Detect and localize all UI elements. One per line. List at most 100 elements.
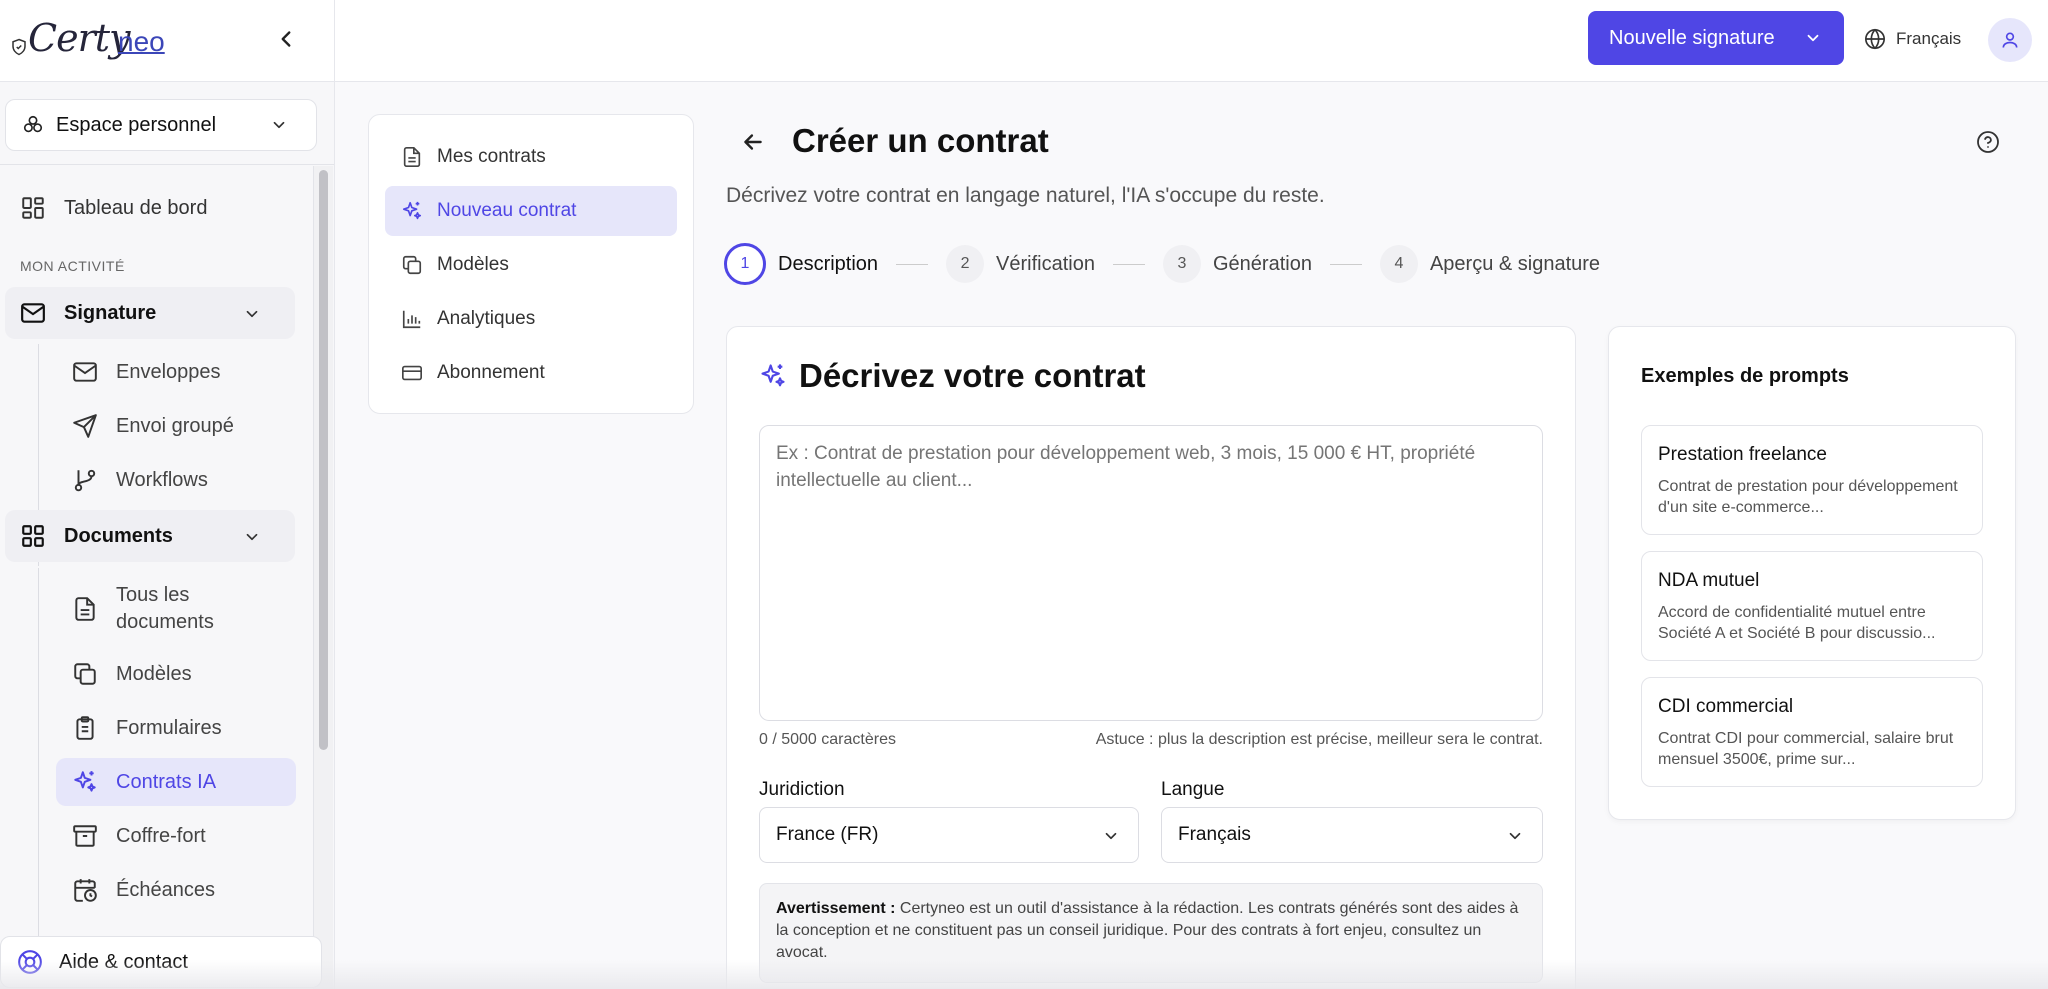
copy-icon xyxy=(72,661,98,687)
contracts-menu: Mes contrats Nouveau contrat Modèles Ana… xyxy=(368,114,694,414)
logo-text: Certy xyxy=(28,16,130,60)
grid-icon xyxy=(20,523,46,549)
step-number: 4 xyxy=(1379,245,1418,283)
chevron-left-icon[interactable] xyxy=(273,26,299,52)
chevron-down-icon xyxy=(243,305,261,323)
example-prompt-card[interactable]: NDA mutuel Accord de confidentialité mut… xyxy=(1641,551,1983,661)
file-text-icon xyxy=(401,146,423,168)
chevron-down-icon xyxy=(1102,827,1120,845)
step-generation[interactable]: 3 Génération xyxy=(1162,245,1312,283)
stepper: 1 Description 2 Vérification 3 Génératio… xyxy=(724,243,1600,285)
menu-item-label: Mes contrats xyxy=(437,146,546,167)
jurisdiction-select[interactable]: France (FR) xyxy=(759,807,1139,863)
menu-item-mes-contrats[interactable]: Mes contrats xyxy=(385,132,677,182)
contract-description-input[interactable] xyxy=(759,425,1543,721)
lifebuoy-icon xyxy=(17,949,43,975)
sidebar-item-envoi-groupe[interactable]: Envoi groupé xyxy=(56,406,296,446)
workspace-selector[interactable]: Espace personnel xyxy=(5,99,317,151)
scrollbar-thumb[interactable] xyxy=(319,170,328,750)
menu-item-modeles[interactable]: Modèles xyxy=(385,240,677,290)
sidebar-item-label: Contrats IA xyxy=(116,770,217,793)
sidebar-item-contrats-ia[interactable]: Contrats IA xyxy=(56,758,296,806)
menu-item-nouveau-contrat[interactable]: Nouveau contrat xyxy=(385,186,677,236)
help-circle-icon[interactable] xyxy=(1976,130,2000,154)
step-verification[interactable]: 2 Vérification xyxy=(946,245,1095,283)
step-apercu-signature[interactable]: 4 Aperçu & signature xyxy=(1379,245,1600,283)
step-label: Génération xyxy=(1212,252,1312,275)
sidebar-item-label: Tous les documents xyxy=(116,584,214,633)
example-title: Prestation freelance xyxy=(1658,444,1827,465)
jurisdiction-value: France (FR) xyxy=(776,824,879,845)
workspace-label: Espace personnel xyxy=(56,113,217,136)
group-label: Signature xyxy=(64,301,157,324)
chevron-down-icon xyxy=(243,528,261,546)
sidebar-divider xyxy=(334,0,335,989)
menu-item-abonnement[interactable]: Abonnement xyxy=(385,348,677,398)
sidebar-item-modeles[interactable]: Modèles xyxy=(56,654,296,694)
warning-title: Avertissement : xyxy=(776,900,896,917)
sidebar-item-label: Tableau de bord xyxy=(64,196,208,219)
sidebar-item-workflows[interactable]: Workflows xyxy=(56,460,296,500)
chevron-down-icon xyxy=(270,116,288,134)
menu-item-analytiques[interactable]: Analytiques xyxy=(385,294,677,344)
character-count: 0 / 5000 caractères xyxy=(759,731,896,748)
tip-text: Astuce : plus la description est précise… xyxy=(1095,731,1543,748)
sidebar-scrollbar[interactable] xyxy=(313,166,333,989)
sidebar-item-enveloppes[interactable]: Enveloppes xyxy=(56,352,296,392)
language-select[interactable]: Français xyxy=(1161,807,1543,863)
language-label: Français xyxy=(1896,29,1962,48)
sidebar-item-label: Échéances xyxy=(116,878,215,901)
sidebar-group-documents[interactable]: Documents xyxy=(5,510,295,562)
sidebar-item-dashboard[interactable]: Tableau de bord xyxy=(20,192,207,224)
new-signature-button[interactable]: Nouvelle signature xyxy=(1588,11,1844,65)
example-description: Contrat de prestation pour développement… xyxy=(1658,478,1958,516)
chevron-down-icon xyxy=(1506,827,1524,845)
page-title: Créer un contrat xyxy=(792,122,1049,159)
step-label: Vérification xyxy=(996,252,1095,275)
sidebar: Espace personnel Tableau de bord MON ACT… xyxy=(0,82,334,989)
menu-item-label: Nouveau contrat xyxy=(437,200,577,221)
sparkles-icon xyxy=(401,200,423,222)
help-contact-button[interactable]: Aide & contact xyxy=(0,936,322,988)
language-value: Français xyxy=(1178,824,1251,845)
sidebar-item-tous-les-documents[interactable]: Tous les documents xyxy=(56,578,296,640)
sidebar-group-signature[interactable]: Signature xyxy=(5,287,295,339)
mail-icon xyxy=(20,300,46,326)
step-description[interactable]: 1 Description xyxy=(724,243,878,285)
step-connector xyxy=(1112,263,1145,265)
sidebar-item-coffre-fort[interactable]: Coffre-fort xyxy=(56,816,296,856)
sidebar-item-formulaires[interactable]: Formulaires xyxy=(56,708,296,748)
archive-icon xyxy=(72,823,98,849)
send-icon xyxy=(72,413,98,439)
file-text-icon xyxy=(72,596,98,622)
git-branch-icon xyxy=(72,467,98,493)
globe-icon xyxy=(1864,28,1886,50)
step-connector xyxy=(1329,263,1362,265)
language-field-label: Langue xyxy=(1161,779,1225,800)
dashboard-icon xyxy=(20,195,46,221)
example-prompt-card[interactable]: Prestation freelance Contrat de prestati… xyxy=(1641,425,1983,535)
certyneo-logo[interactable]: Certy neo xyxy=(10,12,170,64)
example-title: CDI commercial xyxy=(1658,696,1794,717)
user-icon xyxy=(2000,30,2020,50)
chevron-down-icon xyxy=(1804,29,1822,47)
arrow-left-icon[interactable] xyxy=(740,129,766,155)
step-number: 1 xyxy=(724,243,766,285)
example-prompt-card[interactable]: CDI commercial Contrat CDI pour commerci… xyxy=(1641,677,1983,787)
user-avatar[interactable] xyxy=(1988,18,2032,62)
copy-icon xyxy=(401,254,423,276)
page-subtitle: Décrivez votre contrat en langage nature… xyxy=(726,184,1325,207)
example-title: NDA mutuel xyxy=(1658,570,1760,591)
sidebar-item-label: Coffre-fort xyxy=(116,824,206,847)
example-description: Contrat CDI pour commercial, salaire bru… xyxy=(1658,730,1954,768)
sparkles-icon xyxy=(72,769,98,795)
card-title-text: Décrivez votre contrat xyxy=(799,357,1146,394)
help-label: Aide & contact xyxy=(59,950,188,973)
sidebar-item-echeances[interactable]: Échéances xyxy=(56,870,296,910)
prompt-examples-panel: Exemples de prompts Prestation freelance… xyxy=(1608,326,2016,820)
shield-icon xyxy=(10,36,28,58)
language-switcher[interactable]: Français xyxy=(1864,26,1961,52)
clipboard-icon xyxy=(72,715,98,741)
card-title: Décrivez votre contrat xyxy=(759,357,1146,395)
step-number: 3 xyxy=(1162,245,1201,283)
